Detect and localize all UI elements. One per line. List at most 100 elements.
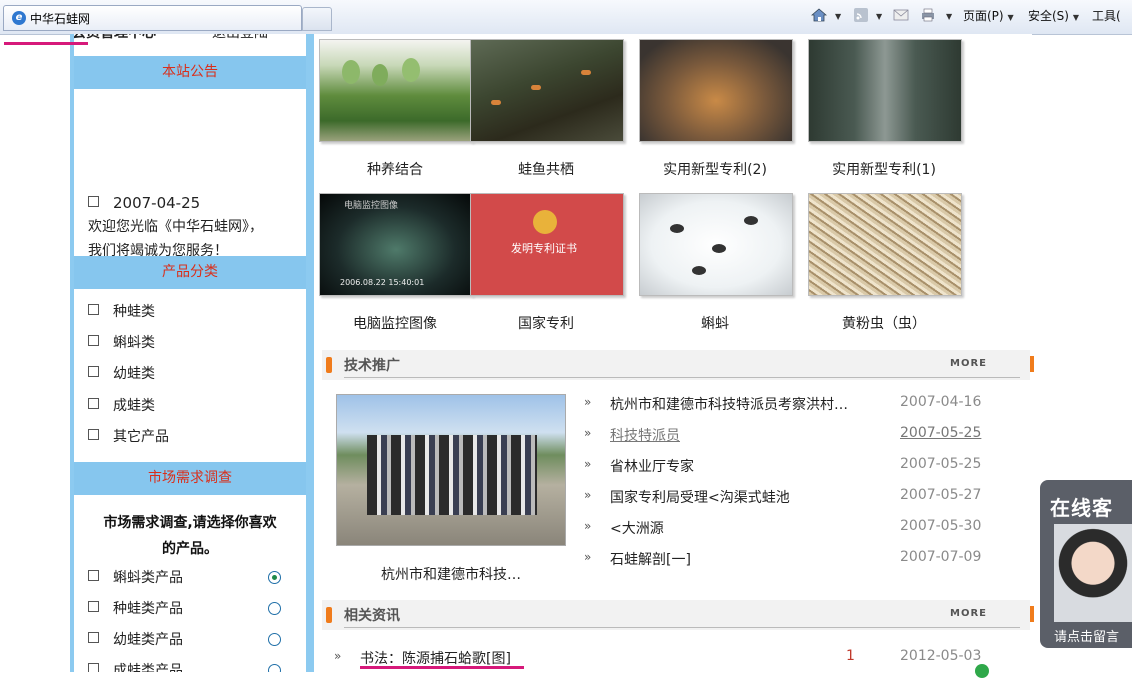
list-item[interactable]: » 科技特派员 2007-05-25 (584, 425, 994, 445)
list-item[interactable]: » 杭州市和建德市科技特派员考察洪村… 2007-04-16 (584, 394, 994, 414)
tab-highlight-underline (4, 42, 88, 45)
section-divider (344, 627, 1020, 628)
bullet-box-icon (88, 601, 99, 612)
mail-icon[interactable] (893, 8, 909, 22)
home-icon[interactable] (811, 8, 827, 22)
gallery-photo[interactable]: 发明专利证书 (470, 193, 624, 296)
gallery-caption[interactable]: 种养结合 (311, 159, 479, 179)
gallery-caption[interactable]: 国家专利 (462, 313, 630, 333)
news-section-header: 相关资讯 MORE (322, 600, 1030, 630)
list-item-title[interactable]: <大洲源 (610, 518, 664, 538)
list-item-date: 2007-05-25 (900, 425, 982, 441)
list-item-date: 2007-05-25 (900, 456, 982, 472)
announcement-date: 2007-04-25 (88, 194, 200, 212)
rss-feed-icon[interactable] (853, 8, 869, 22)
double-arrow-icon: » (584, 488, 592, 502)
list-item[interactable]: » 书法：陈源捕石蛤歌[图] 1 2012-05-03 (334, 648, 1024, 670)
gallery-caption[interactable]: 黄粉虫（虫） (800, 313, 968, 333)
category-item[interactable]: 其它产品 (88, 426, 169, 446)
member-center-link[interactable]: 会员管理中心 (74, 34, 156, 42)
news-more-link[interactable]: MORE (950, 608, 987, 619)
logout-link[interactable]: 退出登陆 (212, 34, 268, 42)
sidebar-right-border (306, 34, 314, 672)
list-item-date: 2012-05-03 (900, 648, 982, 664)
gallery-caption[interactable]: 蝌蚪 (631, 313, 799, 333)
list-item-title[interactable]: 石蛙解剖[一] (610, 549, 691, 569)
list-item-title[interactable]: 科技特派员 (610, 425, 680, 445)
bullet-box-icon (88, 196, 99, 207)
survey-option: 蝌蚪类产品 (88, 567, 183, 587)
tech-section-title: 技术推广 (344, 358, 400, 374)
double-arrow-icon: » (584, 426, 592, 440)
agent-avatar (1054, 524, 1132, 622)
list-item-title[interactable]: 杭州市和建德市科技特派员考察洪村… (610, 394, 848, 414)
tech-feature-caption[interactable]: 杭州市和建德市科技… (336, 564, 566, 584)
page-menu[interactable]: 页面(P) ▼ (963, 7, 1014, 24)
list-item-title[interactable]: 国家专利局受理<沟渠式蛙池 (610, 487, 790, 507)
category-item[interactable]: 种蛙类 (88, 301, 155, 321)
cctv-label: 电脑监控图像 (344, 201, 399, 211)
survey-radio[interactable] (268, 664, 281, 672)
gallery-caption[interactable]: 电脑监控图像 (311, 313, 479, 333)
print-dropdown-icon[interactable]: ▼ (946, 12, 952, 21)
gallery-caption[interactable]: 实用新型专利(1) (800, 159, 968, 179)
section-marker-icon (326, 607, 332, 623)
list-item-title[interactable]: 省林业厅专家 (610, 456, 694, 476)
gallery-caption[interactable]: 蛙鱼共栖 (462, 159, 630, 179)
section-marker-icon (326, 357, 332, 373)
news-section-title: 相关资讯 (344, 608, 400, 624)
certificate-label: 发明专利证书 (511, 242, 577, 255)
emblem-icon (533, 210, 557, 234)
gallery-photo[interactable] (470, 39, 624, 142)
cctv-timestamp: 2006.08.22 15:40:01 (340, 278, 425, 287)
tech-more-link[interactable]: MORE (950, 358, 987, 369)
survey-header: 市场需求调查 (74, 462, 306, 495)
double-arrow-icon: » (584, 457, 592, 471)
gallery-photo[interactable] (319, 39, 473, 142)
survey-question-line-2: 的产品。 (162, 541, 218, 557)
new-tab-button[interactable] (302, 7, 332, 31)
survey-radio[interactable] (268, 633, 281, 646)
bullet-box-icon (88, 335, 99, 346)
gallery-caption[interactable]: 实用新型专利(2) (631, 159, 799, 179)
home-dropdown-icon[interactable]: ▼ (835, 12, 841, 21)
list-item-title[interactable]: 书法：陈源捕石蛤歌[图] (360, 648, 511, 668)
list-item[interactable]: » 国家专利局受理<沟渠式蛙池 2007-05-27 (584, 487, 994, 507)
chat-widget-cta[interactable]: 请点击留言 (1054, 626, 1119, 645)
section-divider (344, 377, 1020, 378)
announcement-header: 本站公告 (74, 56, 306, 89)
gallery-photo[interactable] (639, 39, 793, 142)
list-item-date: 2007-05-30 (900, 518, 982, 534)
survey-radio[interactable] (268, 602, 281, 615)
feed-dropdown-icon[interactable]: ▼ (876, 12, 882, 21)
browser-tab[interactable]: e 中华石蛙网 (3, 5, 302, 31)
status-globe-icon (975, 664, 989, 678)
list-item[interactable]: » 省林业厅专家 2007-05-25 (584, 456, 994, 476)
survey-radio[interactable] (268, 571, 281, 584)
list-item-date: 2007-04-16 (900, 394, 982, 410)
tech-feature-photo[interactable] (336, 394, 566, 546)
highlight-underline (360, 666, 524, 669)
category-item[interactable]: 幼蛙类 (88, 363, 155, 383)
gallery-photo[interactable]: 电脑监控图像 2006.08.22 15:40:01 (319, 193, 473, 296)
main-content: 种养结合 蛙鱼共栖 实用新型专利(2) 实用新型专利(1) 电脑监控图像 200… (311, 34, 1034, 672)
section-end-marker-icon (1030, 606, 1034, 622)
print-icon[interactable] (920, 8, 936, 22)
bullet-box-icon (88, 398, 99, 409)
category-item[interactable]: 成蛙类 (88, 395, 155, 415)
list-item[interactable]: » <大洲源 2007-05-30 (584, 518, 994, 538)
gallery-photo[interactable] (808, 39, 962, 142)
online-service-widget[interactable]: 在线客 请点击留言 (1040, 480, 1132, 648)
gallery-photo[interactable] (639, 193, 793, 296)
announcement-line-1: 欢迎您光临《中华石蛙网》， (88, 219, 263, 235)
section-end-marker-icon (1030, 356, 1034, 372)
tools-menu[interactable]: 工具( (1092, 7, 1121, 24)
category-item[interactable]: 蝌蚪类 (88, 332, 155, 352)
safety-menu[interactable]: 安全(S) ▼ (1028, 7, 1079, 24)
list-item[interactable]: » 石蛙解剖[一] 2007-07-09 (584, 549, 994, 569)
gallery-photo[interactable] (808, 193, 962, 296)
survey-option: 幼蛙类产品 (88, 629, 183, 649)
chat-widget-title: 在线客 (1050, 496, 1113, 520)
double-arrow-icon: » (584, 519, 592, 533)
tech-section-header: 技术推广 MORE (322, 350, 1030, 380)
